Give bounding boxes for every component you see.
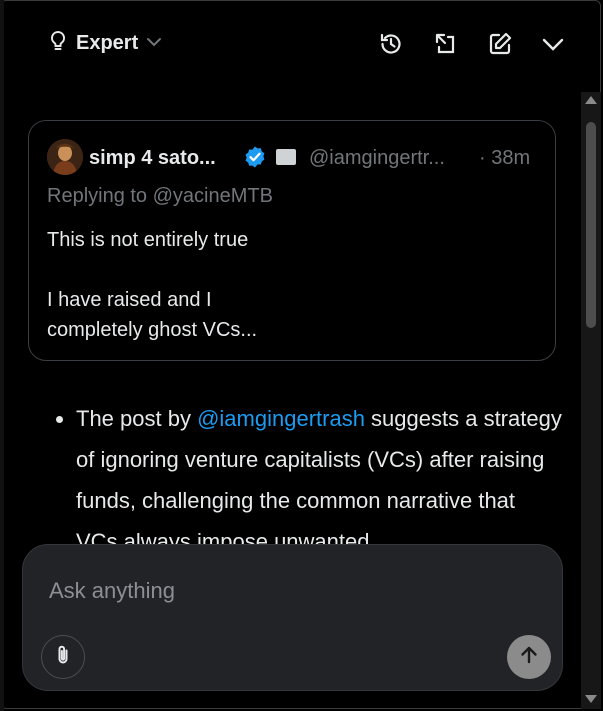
answer-list-item: The post by @iamgingertrash suggests a s…: [76, 398, 562, 562]
collapse-chevron-icon: [541, 36, 565, 57]
replying-to: Replying to @yacineMTB: [47, 185, 273, 207]
scrollbar[interactable]: [581, 92, 601, 709]
window-edge: [0, 0, 4, 711]
post-text-line: I have raised and I: [47, 289, 212, 311]
paperclip-icon: [52, 644, 74, 671]
chevron-down-icon: [146, 35, 162, 53]
affiliate-badge-icon: [276, 149, 296, 165]
post-text-line: completely ghost VCs...: [47, 319, 258, 341]
mention-link[interactable]: @iamgingertrash: [197, 406, 365, 431]
verified-badge-icon: [243, 145, 267, 169]
author-handle[interactable]: @iamgingertr...: [309, 147, 445, 170]
collapse-button[interactable]: [538, 30, 568, 62]
scrollbar-thumb[interactable]: [586, 122, 596, 328]
avatar[interactable]: [47, 139, 83, 175]
compose-icon: [487, 31, 513, 62]
header: Expert: [0, 0, 585, 92]
history-icon: [378, 31, 404, 62]
attach-button[interactable]: [41, 635, 85, 679]
quoted-post-card[interactable]: simp 4 sato... @iamgingertr... · 38m Rep…: [28, 120, 556, 361]
history-button[interactable]: [376, 30, 406, 62]
assistant-answer: The post by @iamgingertrash suggests a s…: [52, 398, 562, 562]
ask-input[interactable]: [47, 573, 531, 609]
mode-selector[interactable]: Expert: [48, 30, 162, 57]
author-name[interactable]: simp 4 sato...: [89, 147, 216, 170]
expand-button[interactable]: [431, 30, 461, 62]
post-text: This is not entirely true I have raised …: [47, 225, 527, 345]
composer: [22, 544, 563, 691]
post-timestamp[interactable]: · 38m: [479, 147, 530, 170]
scroll-up-arrow-icon[interactable]: [585, 96, 597, 104]
arrow-up-icon: [518, 644, 540, 671]
post-text-spacer: [47, 255, 527, 285]
answer-list: The post by @iamgingertrash suggests a s…: [52, 398, 562, 562]
expand-icon: [433, 31, 459, 62]
post-text-line: This is not entirely true: [47, 229, 249, 251]
answer-text-prefix: The post by: [76, 406, 198, 431]
mode-label: Expert: [76, 32, 139, 54]
lightbulb-icon: [48, 30, 68, 57]
scroll-down-arrow-icon[interactable]: [585, 695, 597, 703]
new-chat-button[interactable]: [485, 30, 515, 62]
send-button[interactable]: [507, 635, 551, 679]
